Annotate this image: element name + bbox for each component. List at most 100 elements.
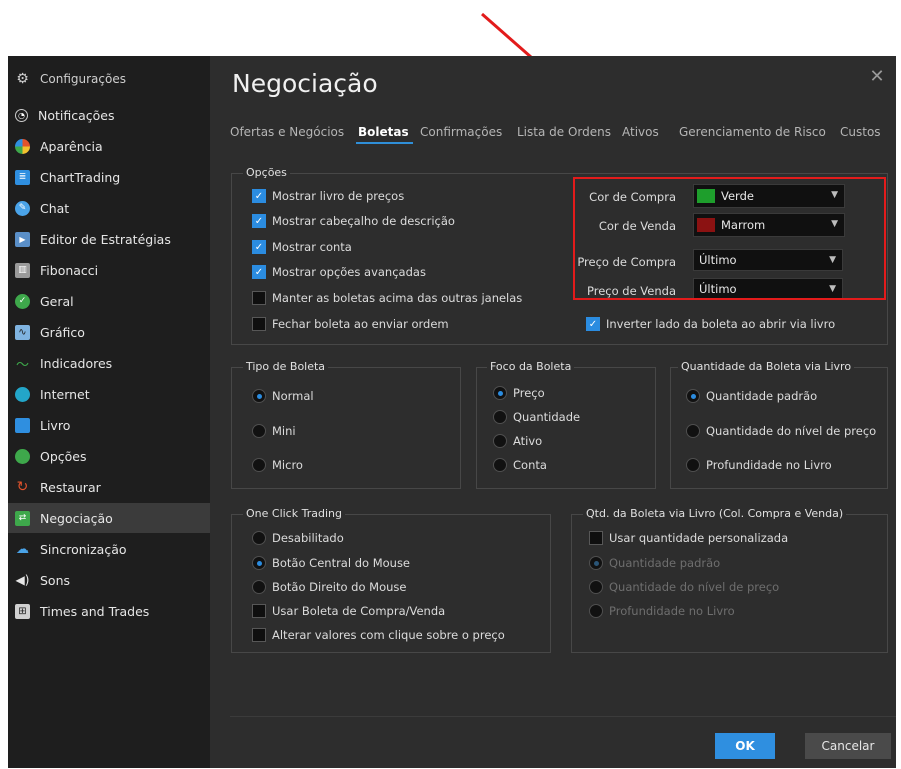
gear-icon: ⚙ <box>16 71 29 87</box>
sidebar-item-opcoes[interactable]: Opções <box>8 441 210 471</box>
chat-icon: ✎ <box>15 200 30 216</box>
radio-icon <box>686 424 700 438</box>
radio-col-quantidade-padrao[interactable]: Quantidade padrão <box>589 556 720 570</box>
checkbox-usar-boleta-compra-venda[interactable]: Usar Boleta de Compra/Venda <box>252 604 445 618</box>
tab-custos[interactable]: Custos <box>840 125 881 139</box>
radio-ativo[interactable]: Ativo <box>493 434 542 448</box>
sidebar-item-negociacao[interactable]: ⇄ Negociação <box>8 503 210 533</box>
footer-divider <box>230 716 896 717</box>
sidebar-item-fibonacci[interactable]: ▥ Fibonacci <box>8 255 210 285</box>
sidebar-item-times-and-trades[interactable]: ⊞ Times and Trades <box>8 596 210 626</box>
checkbox-checked-icon: ✓ <box>252 189 266 203</box>
sidebar-item-sons[interactable]: ◀) Sons <box>8 565 210 595</box>
checkbox-inverter-lado[interactable]: ✓ Inverter lado da boleta ao abrir via li… <box>586 317 835 331</box>
one-click-label: One Click Trading <box>243 507 345 520</box>
radio-icon <box>686 458 700 472</box>
radio-quantidade-nivel-preco[interactable]: Quantidade do nível de preço <box>686 424 876 438</box>
checkbox-checked-icon: ✓ <box>252 240 266 254</box>
trade-icon: ⇄ <box>15 510 30 526</box>
options-icon <box>15 448 30 464</box>
radio-botao-direito[interactable]: Botão Direito do Mouse <box>252 580 406 594</box>
radio-col-profundidade-livro[interactable]: Profundidade no Livro <box>589 604 735 618</box>
radio-icon <box>252 424 266 438</box>
radio-botao-central[interactable]: Botão Central do Mouse <box>252 556 410 570</box>
radio-selected-icon <box>252 389 266 403</box>
checkbox-mostrar-livro-precos[interactable]: ✓ Mostrar livro de preços <box>252 189 404 203</box>
bell-icon: ◔ <box>15 108 28 122</box>
checkbox-unchecked-icon <box>252 604 266 618</box>
tab-active-underline <box>356 142 413 144</box>
sidebar-item-sincronizacao[interactable]: ☁ Sincronização <box>8 534 210 564</box>
foco-boleta-label: Foco da Boleta <box>487 360 575 373</box>
cloud-icon: ☁ <box>16 541 29 557</box>
sidebar-header: ⚙ Configurações <box>16 71 126 87</box>
page-title: Negociação <box>232 69 378 98</box>
radio-col-quantidade-nivel-preco[interactable]: Quantidade do nível de preço <box>589 580 779 594</box>
radio-profundidade-livro[interactable]: Profundidade no Livro <box>686 458 832 472</box>
radio-mini[interactable]: Mini <box>252 424 296 438</box>
checkbox-fechar-boleta[interactable]: Fechar boleta ao enviar ordem <box>252 317 449 331</box>
checkbox-checked-icon: ✓ <box>586 317 600 331</box>
tipo-boleta-label: Tipo de Boleta <box>243 360 329 373</box>
checkbox-alterar-valores-clique[interactable]: Alterar valores com clique sobre o preço <box>252 628 505 642</box>
checkbox-mostrar-cabecalho[interactable]: ✓ Mostrar cabeçalho de descrição <box>252 214 455 228</box>
tab-lista-ordens[interactable]: Lista de Ordens <box>517 125 611 139</box>
radio-icon <box>493 410 507 424</box>
highlight-box <box>573 177 886 300</box>
sidebar-item-aparencia[interactable]: Aparência <box>8 131 210 161</box>
tab-boletas[interactable]: Boletas <box>358 125 409 139</box>
radio-quantidade[interactable]: Quantidade <box>493 410 580 424</box>
checkbox-unchecked-icon <box>252 628 266 642</box>
chart-trading-icon: ≣ <box>15 169 30 185</box>
checkbox-mostrar-conta[interactable]: ✓ Mostrar conta <box>252 240 352 254</box>
radio-icon <box>252 458 266 472</box>
indicator-icon: 〜 <box>15 357 29 373</box>
speaker-icon: ◀) <box>15 573 30 587</box>
close-icon[interactable]: ✕ <box>866 66 888 88</box>
checkbox-checked-icon: ✓ <box>252 214 266 228</box>
checkbox-mostrar-opcoes-avancadas[interactable]: ✓ Mostrar opções avançadas <box>252 265 426 279</box>
tab-gerenciamento-risco[interactable]: Gerenciamento de Risco <box>679 125 826 139</box>
book-icon <box>15 417 30 433</box>
sidebar-item-internet[interactable]: Internet <box>8 379 210 409</box>
radio-icon <box>589 604 603 618</box>
radio-selected-icon <box>589 556 603 570</box>
radio-icon <box>493 458 507 472</box>
tab-ativos[interactable]: Ativos <box>622 125 659 139</box>
qtd-livro-col-label: Qtd. da Boleta via Livro (Col. Compra e … <box>583 507 847 520</box>
radio-desabilitado[interactable]: Desabilitado <box>252 531 344 545</box>
checkbox-unchecked-icon <box>589 531 603 545</box>
sidebar-item-charttrading[interactable]: ≣ ChartTrading <box>8 162 210 192</box>
radio-icon <box>493 434 507 448</box>
opcoes-group-label: Opções <box>243 166 290 179</box>
sidebar-item-editor-estrategias[interactable]: ▶ Editor de Estratégias <box>8 224 210 254</box>
ok-button[interactable]: OK <box>715 733 775 759</box>
checkbox-checked-icon: ✓ <box>252 265 266 279</box>
checkbox-unchecked-icon <box>252 291 266 305</box>
checkbox-usar-quantidade-personalizada[interactable]: Usar quantidade personalizada <box>589 531 788 545</box>
tab-ofertas-negocios[interactable]: Ofertas e Negócios <box>230 125 344 139</box>
radio-normal[interactable]: Normal <box>252 389 314 403</box>
radio-selected-icon <box>493 386 507 400</box>
globe-icon <box>15 386 30 402</box>
radio-micro[interactable]: Micro <box>252 458 303 472</box>
radio-selected-icon <box>252 556 266 570</box>
radio-conta[interactable]: Conta <box>493 458 547 472</box>
radio-quantidade-padrao[interactable]: Quantidade padrão <box>686 389 817 403</box>
times-trades-icon: ⊞ <box>15 603 30 619</box>
sidebar-item-restaurar[interactable]: ↻ Restaurar <box>8 472 210 502</box>
fibonacci-icon: ▥ <box>15 262 30 278</box>
sidebar-item-grafico[interactable]: ∿ Gráfico <box>8 317 210 347</box>
checkbox-manter-boletas-acima[interactable]: Manter as boletas acima das outras janel… <box>252 291 522 305</box>
radio-selected-icon <box>686 389 700 403</box>
cancel-button[interactable]: Cancelar <box>805 733 891 759</box>
radio-icon <box>252 580 266 594</box>
sidebar-item-livro[interactable]: Livro <box>8 410 210 440</box>
radio-preco[interactable]: Preço <box>493 386 545 400</box>
sidebar-item-geral[interactable]: ✓ Geral <box>8 286 210 316</box>
sidebar-item-indicadores[interactable]: 〜 Indicadores <box>8 348 210 378</box>
tab-confirmacoes[interactable]: Confirmações <box>420 125 502 139</box>
sidebar-item-chat[interactable]: ✎ Chat <box>8 193 210 223</box>
quantidade-livro-label: Quantidade da Boleta via Livro <box>678 360 855 373</box>
sidebar-item-notificacoes[interactable]: ◔ Notificações <box>8 100 210 130</box>
